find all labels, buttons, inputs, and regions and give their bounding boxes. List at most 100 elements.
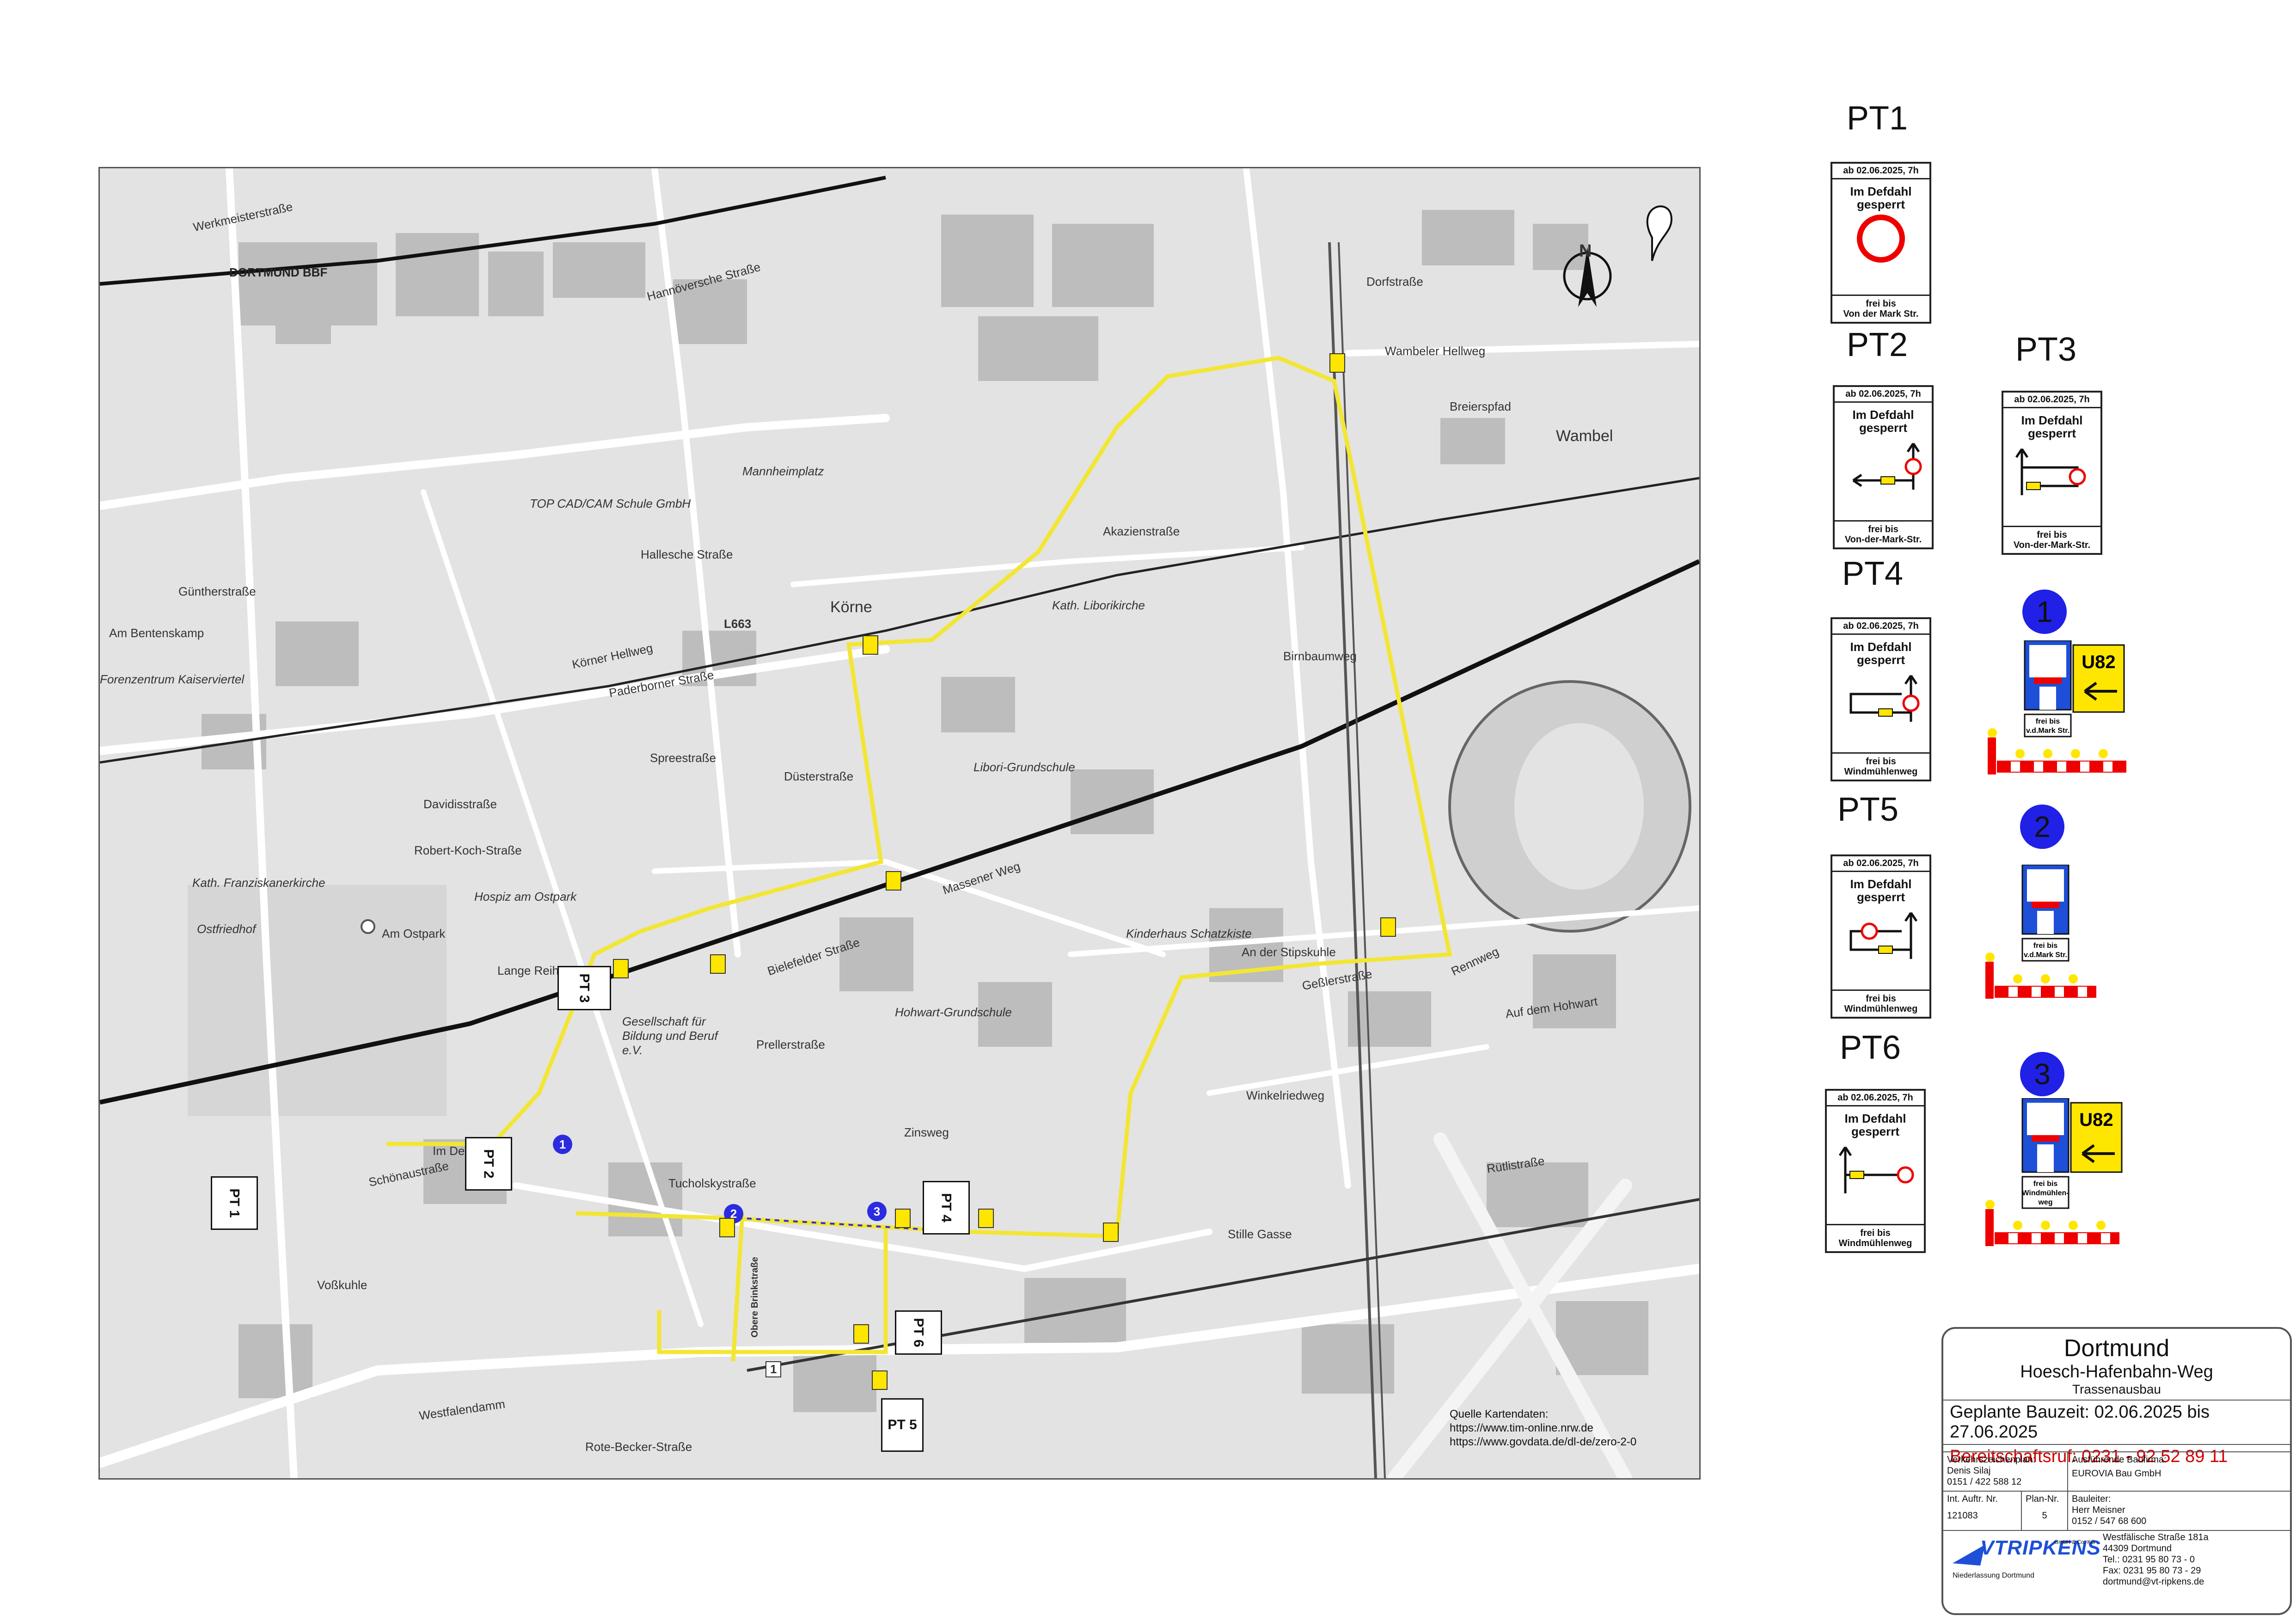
company-address: Westfälische Straße 181a 44309 Dortmund Te… (2103, 1532, 2209, 1587)
road-l663: L663 (724, 617, 752, 631)
detour-sign (895, 1209, 911, 1228)
road-b1: 1 (765, 1361, 782, 1377)
place-topcad: TOP CAD/CAM Schule GmbH (530, 497, 691, 510)
station-label: DORTMUND BBF (229, 265, 328, 279)
source-title: Quelle Kartendaten: (1450, 1408, 1549, 1420)
district-koerne: Körne (830, 598, 872, 616)
svg-text:frei bis: frei bis (2033, 942, 2058, 950)
street-stipskuhle: An der Stipskuhle (1242, 945, 1336, 959)
detour-diagram-icon (1849, 912, 1918, 959)
detour-sign (613, 959, 629, 978)
pt6-sign: ab 02.06.2025, 7h Im Defdahl gesperrt fre… (1825, 1089, 1926, 1253)
svg-text:frei bis: frei bis (2036, 718, 2060, 725)
svg-text:U82: U82 (2079, 1110, 2113, 1130)
place-ostfriedhof: Ostfriedhof (197, 922, 256, 936)
street-vosskuhle: Voßkuhle (317, 1278, 367, 1292)
detour-sign (719, 1218, 735, 1237)
source-link-1[interactable]: https://www.tim-online.nrw.de (1450, 1421, 1636, 1435)
pt1-tag[interactable]: PT 1 (211, 1176, 258, 1230)
street-preller: Prellerstraße (756, 1038, 825, 1051)
tram-line (100, 477, 1699, 764)
district-wambel: Wambel (1556, 427, 1613, 445)
detour-diagram-icon (2015, 448, 2086, 495)
detour-diagram-icon (1849, 675, 1920, 722)
detour-sign (1380, 917, 1396, 937)
company-mail[interactable]: dortmund@vt-ripkens.de (2103, 1576, 2209, 1587)
pt1-text: Im Defdahl gesperrt (1850, 184, 1912, 211)
place-liborischule: Libori-Grundschule (974, 760, 1075, 774)
pt6-tag[interactable]: PT 6 (895, 1310, 942, 1355)
sign-group-3: U82 frei bis Windmühlen- weg (1985, 1098, 2123, 1246)
detour-sign (872, 1370, 888, 1390)
street-birnbaum: Birnbaumweg (1283, 649, 1357, 663)
pt1-sign: ab 02.06.2025, 7h Im Defdahl gesperrt fre… (1831, 162, 1931, 324)
pt5-tag[interactable]: PT 5 (881, 1398, 924, 1452)
street-dorfstr: Dorfstraße (1366, 275, 1423, 289)
street-zinsweg: Zinsweg (904, 1125, 949, 1139)
tb-bauleiter: Bauleiter: Herr Meisner 0152 / 547 68 600 (2068, 1491, 2290, 1530)
detour-route-south (657, 1227, 888, 1354)
tb-vz: Verkehrszeichenplan: Denis Silaj 0151 / 42… (1943, 1451, 2068, 1491)
detour-sign (1103, 1223, 1119, 1242)
tb-project: Hoesch-Hafenbahn-Weg (2020, 1362, 2213, 1382)
pt3-tag[interactable]: PT 3 (557, 966, 611, 1010)
street-akazien: Akazienstraße (1103, 524, 1180, 538)
street-bentenskamp: Am Bentenskamp (109, 626, 204, 640)
source-credits: Quelle Kartendaten: https://www.tim-onli… (1450, 1407, 1636, 1449)
street-am-ostpark: Am Ostpark (382, 927, 446, 940)
street-rote-becker: Rote-Becker-Straße (585, 1440, 692, 1454)
street-winkelried: Winkelriedweg (1246, 1088, 1325, 1102)
tb-bauzeit: Geplante Bauzeit: 02.06.2025 bis 27.06.2… (1943, 1400, 2290, 1444)
map-frame: DORTMUND BBF N Körne Wambel TOP CAD/CAM … (98, 167, 1701, 1480)
marker-1[interactable]: 1 (553, 1135, 572, 1154)
detour-sign (853, 1324, 869, 1344)
street-guenther: Güntherstraße (178, 584, 256, 598)
street-stille-gasse: Stille Gasse (1228, 1227, 1292, 1241)
detour-sign (886, 871, 901, 891)
pt2-tag[interactable]: PT 2 (465, 1137, 512, 1191)
sign-group-1-number: 1 (2022, 590, 2067, 634)
street-davidis: Davidisstraße (423, 797, 497, 811)
pt4-title: PT4 (1842, 555, 1904, 592)
marker-3[interactable]: 3 (867, 1202, 887, 1221)
detour-sign (978, 1209, 994, 1228)
detour-sign (863, 635, 878, 655)
tb-city: Dortmund (2063, 1335, 2170, 1362)
pt5-title: PT5 (1837, 791, 1899, 828)
tb-plan: Plan-Nr. 5 (2022, 1491, 2068, 1530)
street-obere-brink: Obere Brinkstraße (749, 1257, 760, 1338)
north-label: N (1579, 241, 1592, 261)
street-lange-reihe: Lange Reihe (497, 964, 566, 977)
source-link-2[interactable]: https://www.govdata.de/dl-de/zero-2-0 (1450, 1435, 1636, 1449)
location-pin-icon (1646, 205, 1673, 261)
street-hallesche: Hallesche Straße (641, 547, 733, 561)
svg-text:v.d.Mark Str.: v.d.Mark Str. (2024, 951, 2067, 959)
sign-group-2: frei bis v.d.Mark Str. (1985, 865, 2096, 999)
place-hohwart: Hohwart-Grundschule (895, 1005, 1012, 1019)
racetrack-infield (1514, 723, 1644, 890)
place-hospiz: Hospiz am Ostpark (474, 890, 577, 903)
s-bahn-icon (361, 919, 375, 934)
street-duester: Düsterstraße (784, 769, 854, 783)
title-block: Dortmund Hoesch-Hafenbahn-Weg Trassenaus… (1941, 1327, 2292, 1615)
place-franziskaner: Kath. Franziskanerkirche (192, 876, 325, 890)
street-breierspfad: Breierspfad (1450, 399, 1511, 413)
pt2-sign: ab 02.06.2025, 7h Im Defdahl gesperrt fre… (1833, 385, 1934, 549)
place-forenzentrum: Forenzentrum Kaiserviertel (100, 672, 245, 686)
detour-diagram-icon (1852, 442, 1922, 490)
svg-text:Windmühlen-: Windmühlen- (2022, 1189, 2069, 1197)
svg-text:frei bis: frei bis (2033, 1180, 2058, 1188)
pt5-sign: ab 02.06.2025, 7h Im Defdahl gesperrt fre… (1831, 854, 1931, 1019)
company-logo-small: GmbH & Co. KG (2054, 1539, 2095, 1545)
pt6-title: PT6 (1840, 1029, 1901, 1066)
pt1-date: ab 02.06.2025, 7h (1832, 164, 1929, 179)
detour-route (386, 356, 1452, 1239)
svg-text:weg: weg (2038, 1198, 2052, 1206)
place-gbb: Gesellschaft für Bildung und Beruf e.V. (622, 1014, 718, 1057)
railway-vertical (1328, 242, 1377, 1478)
tb-company: VTRIPKENS GmbH & Co. KG Niederlassung Do… (1943, 1530, 2290, 1613)
pt3-sign: ab 02.06.2025, 7h Im Defdahl gesperrt fre… (2002, 391, 2102, 555)
pt4-tag[interactable]: PT 4 (923, 1181, 970, 1235)
tb-subtitle: Trassenausbau (2072, 1382, 2161, 1396)
detour-sign (1329, 353, 1345, 373)
